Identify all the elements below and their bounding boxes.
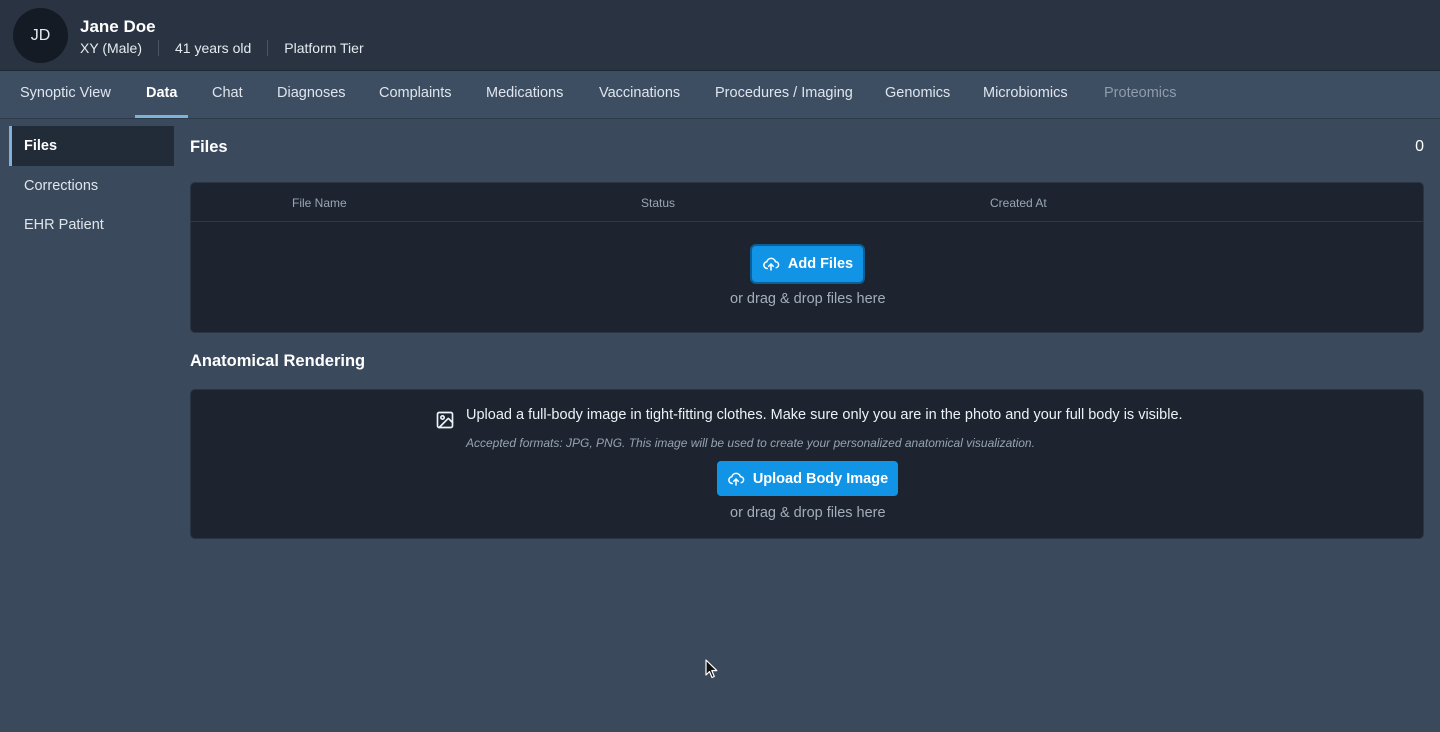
column-created-at[interactable]: Created At <box>990 196 1047 210</box>
patient-age: 41 years old <box>157 40 267 56</box>
files-drop-hint: or drag & drop files here <box>730 291 886 307</box>
patient-header: JD Jane Doe XY (Male) 41 years old Platf… <box>0 0 1440 71</box>
patient-name: Jane Doe <box>80 17 156 36</box>
main-tabs: Synoptic View Data Chat Diagnoses Compla… <box>0 71 1440 119</box>
tab-diagnoses[interactable]: Diagnoses <box>277 71 346 118</box>
mouse-pointer-icon <box>705 659 718 679</box>
sidebar-item-files[interactable]: Files <box>9 126 174 166</box>
tab-genomics[interactable]: Genomics <box>885 71 950 118</box>
patient-meta: XY (Male) 41 years old Platform Tier <box>80 40 380 56</box>
upload-body-image-button[interactable]: Upload Body Image <box>717 461 898 496</box>
tab-medications[interactable]: Medications <box>486 71 563 118</box>
tab-vaccinations[interactable]: Vaccinations <box>599 71 680 118</box>
body-image-dropzone[interactable]: Upload a full-body image in tight-fittin… <box>190 389 1424 539</box>
tab-data[interactable]: Data <box>135 71 189 118</box>
image-icon <box>436 411 454 429</box>
avatar[interactable]: JD <box>13 8 68 63</box>
sidebar-item-ehr-patient[interactable]: EHR Patient <box>9 205 174 245</box>
accepted-formats-note: Accepted formats: JPG, PNG. This image w… <box>466 436 1035 450</box>
tab-proteomics[interactable]: Proteomics <box>1104 71 1177 118</box>
patient-sex: XY (Male) <box>80 40 142 56</box>
column-file-name[interactable]: File Name <box>292 196 347 210</box>
files-section-title: Files <box>190 138 228 156</box>
upload-instructions: Upload a full-body image in tight-fittin… <box>466 407 1183 423</box>
add-files-button[interactable]: Add Files <box>752 246 863 282</box>
cloud-upload-icon <box>763 257 780 271</box>
column-status[interactable]: Status <box>641 196 675 210</box>
sidebar-item-corrections[interactable]: Corrections <box>9 166 174 206</box>
files-count: 0 <box>1415 138 1424 155</box>
files-table-header: File Name Status Created At <box>191 183 1423 222</box>
tab-procedures-imaging[interactable]: Procedures / Imaging <box>715 71 853 118</box>
anatomical-section-title: Anatomical Rendering <box>190 352 366 370</box>
files-dropzone[interactable]: File Name Status Created At Add Files or… <box>190 182 1424 333</box>
tab-synoptic-view[interactable]: Synoptic View <box>20 71 111 118</box>
tab-chat[interactable]: Chat <box>212 71 243 118</box>
tab-complaints[interactable]: Complaints <box>379 71 452 118</box>
tab-microbiomics[interactable]: Microbiomics <box>983 71 1068 118</box>
upload-body-image-label: Upload Body Image <box>752 470 889 487</box>
cloud-upload-icon <box>727 472 745 486</box>
add-files-label: Add Files <box>787 256 854 272</box>
body-image-drop-hint: or drag & drop files here <box>730 505 886 521</box>
patient-tier: Platform Tier <box>267 40 379 56</box>
